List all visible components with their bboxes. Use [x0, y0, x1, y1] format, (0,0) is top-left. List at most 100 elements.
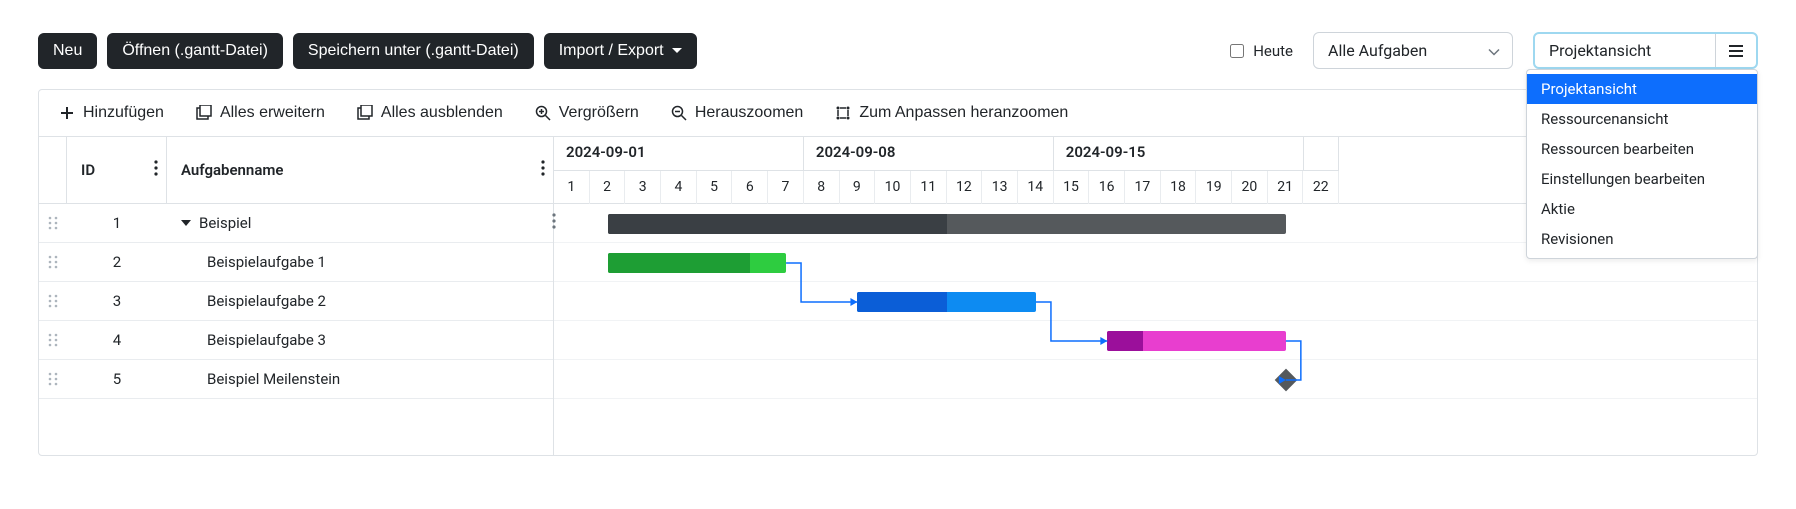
milestone-marker[interactable]	[1275, 369, 1298, 392]
expand-all-button[interactable]: Alles erweitern	[194, 102, 327, 124]
column-id[interactable]: ID	[67, 137, 167, 203]
collapse-label: Alles ausblenden	[381, 104, 503, 122]
day-header: 7	[768, 171, 804, 204]
row-id: 1	[67, 214, 167, 232]
week-header	[1304, 137, 1340, 171]
day-header: 9	[840, 171, 876, 204]
row-name: Beispielaufgabe 1	[167, 253, 553, 271]
expand-all-icon	[196, 105, 212, 121]
burger-icon	[1728, 44, 1744, 58]
week-header: 2024-09-08	[804, 137, 1054, 171]
day-header: 11	[911, 171, 947, 204]
column-resizer[interactable]	[552, 209, 556, 237]
expand-caret-icon[interactable]	[181, 220, 191, 226]
task-bar[interactable]	[857, 292, 1036, 312]
day-header: 16	[1089, 171, 1125, 204]
row-drag-handle[interactable]	[39, 254, 67, 270]
column-name-menu[interactable]	[541, 160, 545, 180]
timeline-row	[554, 282, 1757, 321]
row-name: Beispielaufgabe 3	[167, 331, 553, 349]
table-row[interactable]: 4 Beispielaufgabe 3	[39, 321, 553, 360]
task-name-text: Beispielaufgabe 1	[207, 253, 326, 271]
day-header: 3	[625, 171, 661, 204]
column-id-menu[interactable]	[154, 160, 158, 180]
view-select-label[interactable]: Projektansicht	[1535, 34, 1715, 67]
week-header: 2024-09-01	[554, 137, 804, 171]
day-header: 6	[732, 171, 768, 204]
day-header: 1	[554, 171, 590, 204]
table-row[interactable]: 5Beispiel Meilenstein	[39, 360, 553, 399]
zoom-out-label: Herauszoomen	[695, 104, 804, 122]
row-drag-handle[interactable]	[39, 332, 67, 348]
collapse-all-button[interactable]: Alles ausblenden	[355, 102, 505, 124]
zoom-fit-button[interactable]: Zum Anpassen heranzoomen	[833, 102, 1070, 124]
summary-bar[interactable]	[608, 214, 1286, 234]
day-header: 13	[982, 171, 1018, 204]
row-drag-handle[interactable]	[39, 215, 67, 231]
day-header: 19	[1196, 171, 1232, 204]
day-header: 10	[875, 171, 911, 204]
view-menu-button[interactable]	[1715, 34, 1756, 67]
row-drag-handle[interactable]	[39, 371, 67, 387]
week-header: 2024-09-15	[1054, 137, 1304, 171]
drag-handle-icon	[48, 254, 58, 270]
import-export-label: Import / Export	[559, 42, 664, 60]
progress-bar	[857, 292, 946, 312]
day-header: 8	[804, 171, 840, 204]
import-export-button[interactable]: Import / Export	[544, 33, 697, 69]
day-header: 22	[1303, 171, 1339, 204]
view-option-4[interactable]: Aktie	[1527, 194, 1757, 224]
timeline-row	[554, 321, 1757, 360]
day-header: 18	[1161, 171, 1197, 204]
open-button[interactable]: Öffnen (.gantt-Datei)	[107, 33, 283, 69]
view-option-5[interactable]: Revisionen	[1527, 224, 1757, 254]
row-name: Beispiel Meilenstein	[167, 370, 553, 388]
row-id: 3	[67, 292, 167, 310]
column-name-label: Aufgabenname	[181, 161, 283, 179]
task-filter-select[interactable]: Alle Aufgaben	[1313, 32, 1513, 69]
kebab-icon	[541, 160, 545, 176]
add-task-button[interactable]: Hinzufügen	[57, 102, 166, 124]
task-bar[interactable]	[1107, 331, 1286, 351]
save-button[interactable]: Speichern unter (.gantt-Datei)	[293, 33, 534, 69]
drag-handle-icon	[48, 371, 58, 387]
gantt-toolbar: Hinzufügen Alles erweitern Alles ausblen…	[39, 90, 1757, 137]
zoom-in-button[interactable]: Vergrößern	[533, 102, 641, 124]
task-bar[interactable]	[608, 253, 787, 273]
day-header: 4	[661, 171, 697, 204]
table-row[interactable]: 1Beispiel	[39, 204, 553, 243]
zoom-in-icon	[535, 105, 551, 121]
row-id: 4	[67, 331, 167, 349]
drag-handle-icon	[48, 332, 58, 348]
day-header: 20	[1232, 171, 1268, 204]
view-option-3[interactable]: Einstellungen bearbeiten	[1527, 164, 1757, 194]
caret-down-icon	[672, 48, 682, 53]
day-header: 15	[1054, 171, 1090, 204]
progress-bar	[608, 253, 751, 273]
view-select[interactable]: Projektansicht ProjektansichtRessourcena…	[1533, 32, 1758, 69]
day-header: 17	[1125, 171, 1161, 204]
topbar: Neu Öffnen (.gantt-Datei) Speichern unte…	[0, 0, 1796, 69]
column-name[interactable]: Aufgabenname	[167, 137, 553, 203]
row-drag-handle[interactable]	[39, 293, 67, 309]
task-name-text: Beispielaufgabe 3	[207, 331, 326, 349]
view-dropdown: ProjektansichtRessourcenansichtRessource…	[1526, 69, 1758, 259]
today-toggle[interactable]: Heute	[1226, 41, 1293, 61]
zoom-out-button[interactable]: Herauszoomen	[669, 102, 806, 124]
zoom-in-label: Vergrößern	[559, 104, 639, 122]
day-header: 2	[590, 171, 626, 204]
new-button[interactable]: Neu	[38, 33, 97, 69]
view-option-2[interactable]: Ressourcen bearbeiten	[1527, 134, 1757, 164]
timeline-row	[554, 360, 1757, 399]
table-row[interactable]: 3 Beispielaufgabe 2	[39, 282, 553, 321]
view-option-0[interactable]: Projektansicht	[1527, 74, 1757, 104]
table-row[interactable]: 2Beispielaufgabe 1	[39, 243, 553, 282]
column-id-label: ID	[81, 161, 95, 179]
day-header: 14	[1018, 171, 1054, 204]
task-name-text: Beispiel Meilenstein	[207, 370, 340, 388]
today-checkbox[interactable]	[1230, 44, 1244, 58]
zoom-fit-label: Zum Anpassen heranzoomen	[859, 104, 1068, 122]
view-option-1[interactable]: Ressourcenansicht	[1527, 104, 1757, 134]
task-name-text: Beispielaufgabe 2	[207, 292, 326, 310]
chevron-down-icon	[1488, 41, 1500, 60]
